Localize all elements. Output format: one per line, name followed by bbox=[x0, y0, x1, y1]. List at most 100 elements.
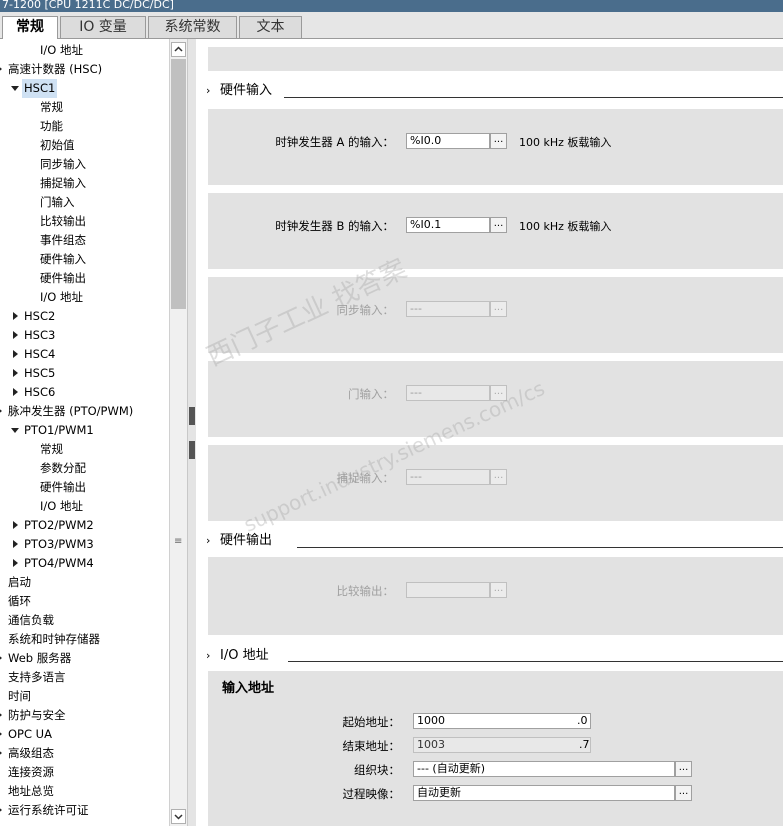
tree-item[interactable]: I/O 地址 bbox=[0, 288, 169, 307]
tab-texts[interactable]: 文本 bbox=[239, 16, 302, 38]
tree-item[interactable]: HSC1 bbox=[0, 79, 169, 98]
collapse-arrow-icon[interactable] bbox=[0, 65, 2, 73]
chevron-up-icon bbox=[174, 46, 183, 52]
tree-item-label: 功能 bbox=[40, 119, 63, 133]
organization-block-field[interactable]: --- (自动更新) bbox=[413, 761, 675, 777]
tree-item[interactable]: 循环 bbox=[0, 592, 169, 611]
tree-item[interactable]: 时间 bbox=[0, 687, 169, 706]
tree-item[interactable]: HSC6 bbox=[0, 383, 169, 402]
tree-item[interactable]: 常规 bbox=[0, 98, 169, 117]
tree-item[interactable]: 连接资源 bbox=[0, 763, 169, 782]
tree-item[interactable]: I/O 地址 bbox=[0, 41, 169, 60]
collapse-arrow-icon[interactable] bbox=[13, 369, 18, 377]
process-image-browse-button[interactable]: ... bbox=[675, 785, 692, 801]
clock-a-browse-button[interactable]: ... bbox=[490, 133, 507, 149]
collapse-arrow-icon[interactable] bbox=[13, 388, 18, 396]
expand-right-icon[interactable] bbox=[189, 441, 195, 459]
tree-item-label: 系统和时钟存储器 bbox=[8, 632, 100, 646]
section-header-hw-output[interactable]: › 硬件输出 bbox=[206, 533, 272, 549]
clock-a-label: 时钟发生器 A 的输入： bbox=[275, 135, 394, 149]
tree-item[interactable]: 捕捉输入 bbox=[0, 174, 169, 193]
start-address-field[interactable]: 1000 bbox=[413, 713, 591, 729]
tree-item[interactable]: I/O 地址 bbox=[0, 497, 169, 516]
tab-general[interactable]: 常规 bbox=[2, 16, 58, 40]
tab-io-tags[interactable]: IO 变量 bbox=[60, 16, 146, 38]
tree-item[interactable]: 通信负载 bbox=[0, 611, 169, 630]
tree-item-label: PTO1/PWM1 bbox=[24, 423, 94, 437]
tree-item[interactable]: 硬件输入 bbox=[0, 250, 169, 269]
tree-item[interactable]: 比较输出 bbox=[0, 212, 169, 231]
collapse-arrow-icon[interactable] bbox=[13, 331, 18, 339]
tree-item-label: 常规 bbox=[40, 100, 63, 114]
collapse-arrow-icon[interactable] bbox=[0, 654, 2, 662]
tree-item[interactable]: 运行系统许可证 bbox=[0, 801, 169, 820]
tree-item[interactable]: 功能 bbox=[0, 117, 169, 136]
scroll-thumb[interactable] bbox=[171, 59, 186, 309]
clock-b-field[interactable]: %I0.1 bbox=[406, 217, 490, 233]
tree-item-label: 连接资源 bbox=[8, 765, 54, 779]
tree-item[interactable]: Web 服务器 bbox=[0, 649, 169, 668]
tree-item[interactable]: HSC5 bbox=[0, 364, 169, 383]
tree-item[interactable]: PTO1/PWM1 bbox=[0, 421, 169, 440]
tree-item[interactable]: 参数分配 bbox=[0, 459, 169, 478]
tree-item[interactable]: 系统和时钟存储器 bbox=[0, 630, 169, 649]
tree-item[interactable]: HSC3 bbox=[0, 326, 169, 345]
tree-scrollbar[interactable]: ≡ bbox=[169, 39, 187, 826]
scroll-down-button[interactable] bbox=[171, 809, 186, 824]
tree-item-label: HSC3 bbox=[24, 328, 56, 342]
clock-b-label: 时钟发生器 B 的输入： bbox=[275, 219, 394, 233]
collapse-left-icon[interactable] bbox=[189, 407, 195, 425]
collapse-arrow-icon[interactable] bbox=[13, 559, 18, 567]
section-header-io-address[interactable]: › I/O 地址 bbox=[206, 648, 269, 664]
tree-item[interactable]: 高速计数器 (HSC) bbox=[0, 60, 169, 79]
tree-item[interactable]: 常规 bbox=[0, 440, 169, 459]
tree-item[interactable]: 门输入 bbox=[0, 193, 169, 212]
pane-splitter[interactable] bbox=[187, 39, 196, 826]
collapse-arrow-icon[interactable] bbox=[0, 407, 2, 415]
collapse-arrow-icon[interactable] bbox=[13, 312, 18, 320]
process-image-field[interactable]: 自动更新 bbox=[413, 785, 675, 801]
collapse-arrow-icon[interactable] bbox=[13, 521, 18, 529]
tree-item[interactable]: 地址总览 bbox=[0, 782, 169, 801]
tree-item[interactable]: 同步输入 bbox=[0, 155, 169, 174]
expand-arrow-icon[interactable] bbox=[11, 428, 19, 433]
tree-item-label: 捕捉输入 bbox=[40, 176, 86, 190]
organization-block-browse-button[interactable]: ... bbox=[675, 761, 692, 777]
tab-system-constants[interactable]: 系统常数 bbox=[148, 16, 237, 38]
tree-item-label: 通信负载 bbox=[8, 613, 54, 627]
tree-item[interactable]: 启动 bbox=[0, 573, 169, 592]
clock-b-browse-button[interactable]: ... bbox=[490, 217, 507, 233]
tree-item-label: 事件组态 bbox=[40, 233, 86, 247]
tree-item[interactable]: PTO4/PWM4 bbox=[0, 554, 169, 573]
tree-item[interactable]: 事件组态 bbox=[0, 231, 169, 250]
tree-item[interactable]: 防护与安全 bbox=[0, 706, 169, 725]
tree-item[interactable]: PTO2/PWM2 bbox=[0, 516, 169, 535]
section-header-hw-input[interactable]: › 硬件输入 bbox=[206, 83, 272, 99]
tree-item[interactable]: HSC2 bbox=[0, 307, 169, 326]
collapse-arrow-icon[interactable] bbox=[13, 540, 18, 548]
tree-item[interactable]: 硬件输出 bbox=[0, 478, 169, 497]
collapse-arrow-icon[interactable] bbox=[0, 749, 2, 757]
clock-a-field[interactable]: %I0.0 bbox=[406, 133, 490, 149]
collapse-arrow-icon[interactable] bbox=[0, 806, 2, 814]
tree-item[interactable]: OPC UA bbox=[0, 725, 169, 744]
tab-bar: 常规 IO 变量 系统常数 文本 bbox=[0, 12, 783, 40]
collapse-arrow-icon[interactable] bbox=[13, 350, 18, 358]
tree-item-label: 比较输出 bbox=[40, 214, 86, 228]
tree-item-label: 高级组态 bbox=[8, 746, 54, 760]
tree-item-label: 门输入 bbox=[40, 195, 75, 209]
tree-item[interactable]: 高级组态 bbox=[0, 744, 169, 763]
tree-item[interactable]: HSC4 bbox=[0, 345, 169, 364]
tree-item-label: PTO2/PWM2 bbox=[24, 518, 94, 532]
collapse-arrow-icon[interactable] bbox=[0, 730, 2, 738]
tree-item-label: HSC5 bbox=[24, 366, 56, 380]
expand-arrow-icon[interactable] bbox=[11, 86, 19, 91]
scroll-up-button[interactable] bbox=[171, 42, 186, 57]
tree-item[interactable]: PTO3/PWM3 bbox=[0, 535, 169, 554]
tree-item[interactable]: 硬件输出 bbox=[0, 269, 169, 288]
tree-item[interactable]: 支持多语言 bbox=[0, 668, 169, 687]
collapse-arrow-icon[interactable] bbox=[0, 711, 2, 719]
tree-item[interactable]: 初始值 bbox=[0, 136, 169, 155]
tree-item[interactable]: 脉冲发生器 (PTO/PWM) bbox=[0, 402, 169, 421]
end-address-bit: .7 bbox=[579, 738, 590, 751]
